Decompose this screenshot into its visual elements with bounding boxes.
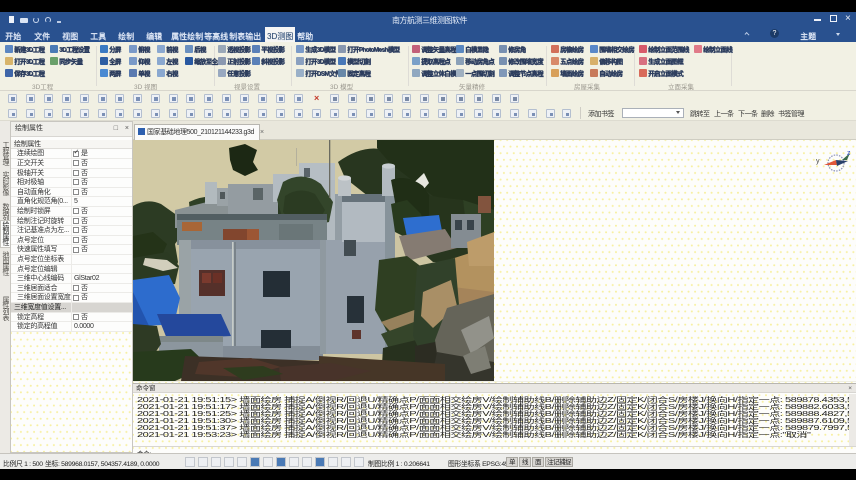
svg-text:z: z — [847, 150, 851, 157]
